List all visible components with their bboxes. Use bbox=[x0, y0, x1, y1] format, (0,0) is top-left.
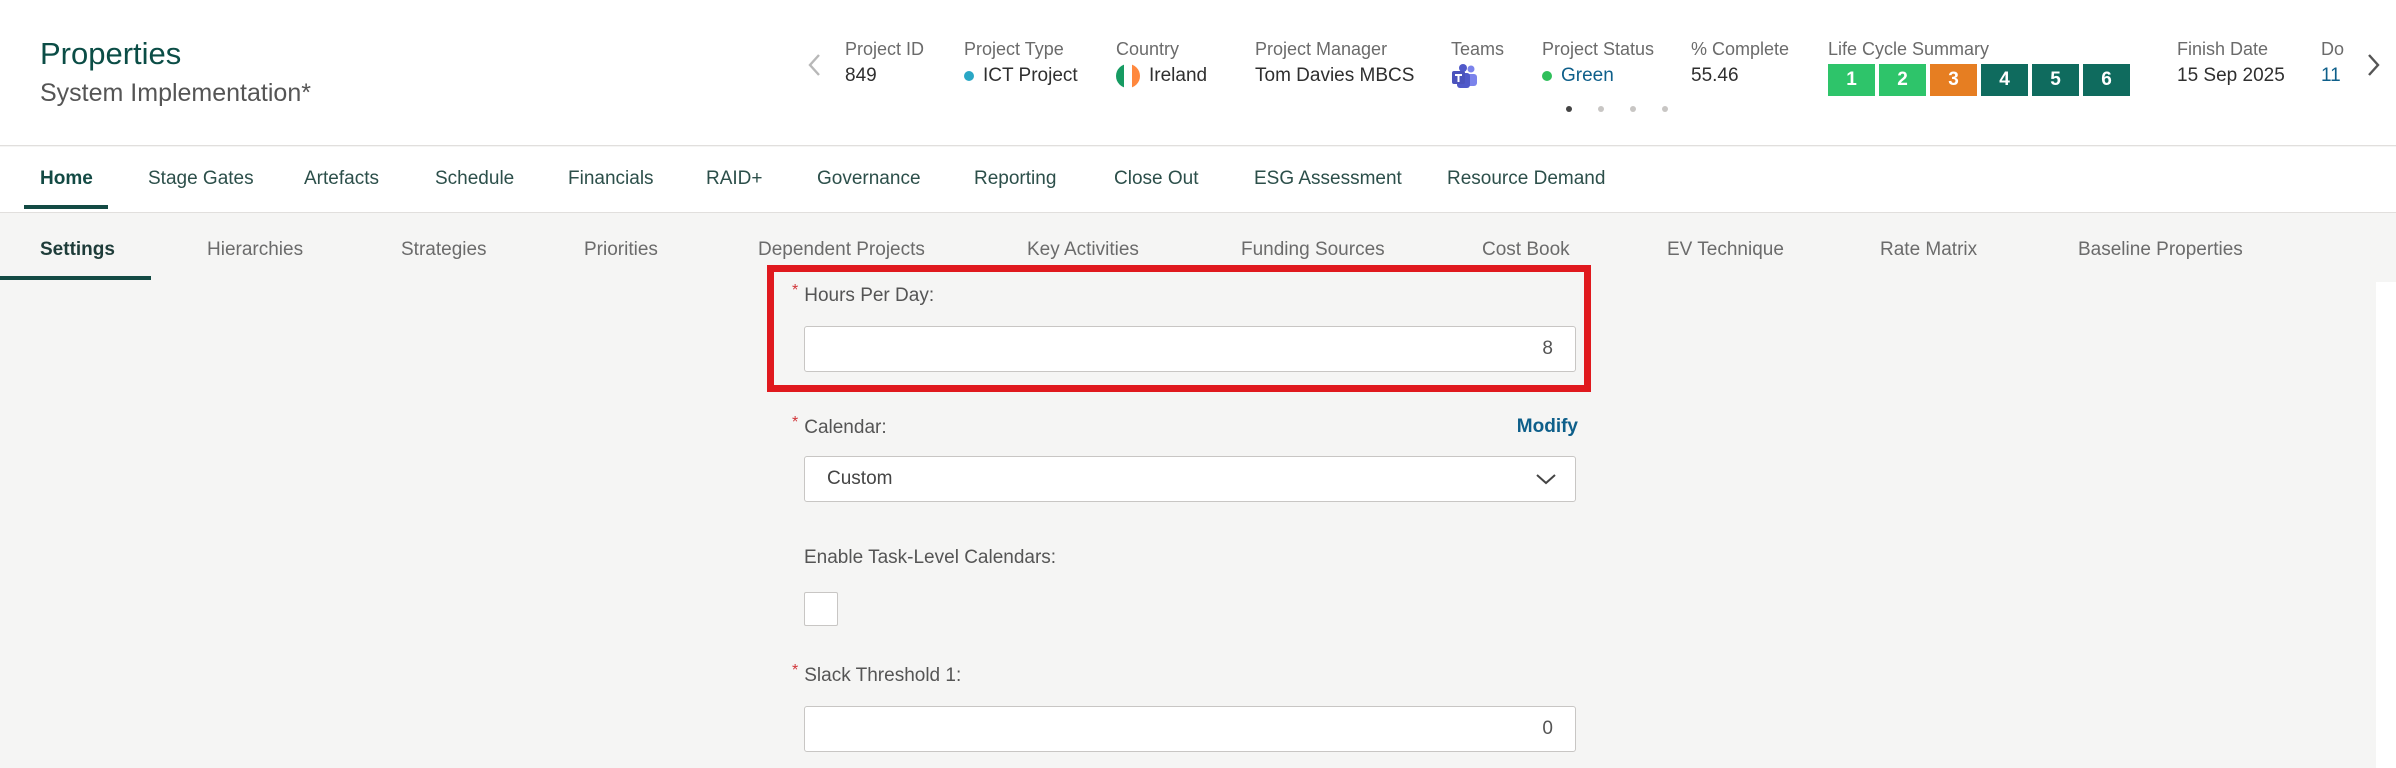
project-type-value: ICT Project bbox=[983, 65, 1078, 86]
subtab-hierarchies[interactable]: Hierarchies bbox=[207, 238, 303, 262]
status-dot-icon bbox=[1542, 71, 1552, 81]
subtab-baseline-properties[interactable]: Baseline Properties bbox=[2078, 238, 2243, 262]
project-status-value: Green bbox=[1561, 65, 1614, 86]
chevron-right-icon bbox=[2368, 54, 2380, 76]
kpi-previous-button[interactable] bbox=[800, 50, 830, 80]
kpi-pager bbox=[1566, 106, 1668, 112]
task-level-calendars-checkbox[interactable] bbox=[804, 592, 838, 626]
pager-dot[interactable] bbox=[1598, 106, 1604, 112]
kpi-label: Project ID bbox=[845, 39, 925, 59]
chevron-down-icon bbox=[1536, 474, 1556, 485]
tab-close-out[interactable]: Close Out bbox=[1114, 167, 1198, 191]
project-id-value: 849 bbox=[845, 65, 877, 86]
calendar-value: Custom bbox=[827, 468, 893, 489]
kpi-percent-complete: % Complete 55.46 bbox=[1691, 38, 1789, 88]
tab-artefacts[interactable]: Artefacts bbox=[304, 167, 379, 191]
highlight-annotation bbox=[767, 265, 1591, 392]
subtab-ev-technique[interactable]: EV Technique bbox=[1667, 238, 1784, 262]
kpi-country: Country Ireland bbox=[1116, 38, 1207, 88]
main-tab-bar: Home Stage Gates Artefacts Schedule Fina… bbox=[0, 147, 2396, 213]
slack-threshold-1-value: 0 bbox=[1542, 718, 1553, 739]
kpi-label: Project Type bbox=[964, 39, 1064, 59]
tab-governance[interactable]: Governance bbox=[817, 167, 921, 191]
pager-dot[interactable] bbox=[1662, 106, 1668, 112]
life-cycle-stage[interactable]: 2 bbox=[1879, 64, 1926, 96]
ireland-flag-icon bbox=[1116, 64, 1140, 88]
slack-threshold-1-label: Slack Threshold 1: bbox=[804, 665, 962, 686]
subtab-strategies[interactable]: Strategies bbox=[401, 238, 487, 262]
type-dot-icon bbox=[964, 71, 974, 81]
subtab-priorities[interactable]: Priorities bbox=[584, 238, 658, 262]
pager-dot[interactable] bbox=[1630, 106, 1636, 112]
kpi-label: Life Cycle Summary bbox=[1828, 39, 1990, 59]
life-cycle-stages: 1 2 3 4 5 6 bbox=[1828, 64, 2130, 96]
kpi-project-id: Project ID 849 bbox=[845, 38, 924, 88]
calendar-select[interactable]: Custom bbox=[804, 456, 1576, 502]
tab-stage-gates[interactable]: Stage Gates bbox=[148, 167, 254, 191]
scrollbar-track[interactable] bbox=[2376, 282, 2396, 768]
kpi-finish-date: Finish Date 15 Sep 2025 bbox=[2177, 38, 2285, 88]
kpi-label: Project Manager bbox=[1255, 39, 1388, 59]
project-name: System Implementation* bbox=[40, 79, 311, 107]
kpi-project-type: Project Type ICT Project bbox=[964, 38, 1078, 88]
calendar-label: Calendar: bbox=[804, 417, 887, 438]
page-header: Properties System Implementation* Projec… bbox=[0, 0, 2396, 146]
kpi-teams: Teams bbox=[1451, 38, 1504, 90]
finish-date-value: 15 Sep 2025 bbox=[2177, 65, 2285, 86]
kpi-project-status: Project Status Green bbox=[1542, 38, 1654, 88]
slack-threshold-1-input[interactable]: 0 bbox=[804, 706, 1576, 752]
pager-dot[interactable] bbox=[1566, 106, 1572, 112]
kpi-life-cycle-summary: Life Cycle Summary 1 2 3 4 5 6 bbox=[1828, 38, 2130, 96]
chevron-left-icon bbox=[808, 54, 820, 76]
tab-raid[interactable]: RAID+ bbox=[706, 167, 763, 191]
tab-schedule[interactable]: Schedule bbox=[435, 167, 514, 191]
life-cycle-stage[interactable]: 3 bbox=[1930, 64, 1977, 96]
subtab-rate-matrix[interactable]: Rate Matrix bbox=[1880, 238, 1977, 262]
kpi-label: % Complete bbox=[1691, 39, 1790, 59]
tab-esg-assessment[interactable]: ESG Assessment bbox=[1254, 167, 1402, 191]
subtab-settings[interactable]: Settings bbox=[40, 238, 115, 262]
subtab-key-activities[interactable]: Key Activities bbox=[1027, 238, 1139, 262]
active-tab-indicator bbox=[24, 205, 108, 209]
country-value: Ireland bbox=[1149, 65, 1208, 86]
subtab-funding-sources[interactable]: Funding Sources bbox=[1241, 238, 1385, 262]
kpi-label: Project Status bbox=[1542, 39, 1655, 59]
life-cycle-stage[interactable]: 4 bbox=[1981, 64, 2028, 96]
subtab-cost-book[interactable]: Cost Book bbox=[1482, 238, 1570, 262]
do-value[interactable]: 11 bbox=[2321, 64, 2341, 88]
slack-threshold-1-field: * Slack Threshold 1: 0 bbox=[788, 662, 1578, 756]
percent-complete-value: 55.46 bbox=[1691, 65, 1739, 86]
kpi-label: Do bbox=[2321, 39, 2345, 59]
task-level-calendars-label: Enable Task-Level Calendars: bbox=[804, 547, 1057, 568]
life-cycle-stage[interactable]: 5 bbox=[2032, 64, 2079, 96]
project-manager-value: Tom Davies MBCS bbox=[1255, 65, 1415, 86]
kpi-next-button[interactable] bbox=[2358, 50, 2388, 80]
tab-reporting[interactable]: Reporting bbox=[974, 167, 1056, 191]
task-level-calendars-field: Enable Task-Level Calendars: bbox=[788, 546, 1578, 630]
kpi-do: Do 11 bbox=[2321, 38, 2344, 88]
modify-calendar-link[interactable]: Modify bbox=[1517, 416, 1578, 438]
life-cycle-stage[interactable]: 1 bbox=[1828, 64, 1875, 96]
life-cycle-stage[interactable]: 6 bbox=[2083, 64, 2130, 96]
kpi-label: Finish Date bbox=[2177, 39, 2269, 59]
tab-resource-demand[interactable]: Resource Demand bbox=[1447, 167, 1605, 191]
subtab-dependent-projects[interactable]: Dependent Projects bbox=[758, 238, 925, 262]
kpi-label: Teams bbox=[1451, 39, 1505, 59]
microsoft-teams-icon[interactable] bbox=[1451, 64, 1479, 90]
active-subtab-indicator bbox=[0, 276, 151, 280]
kpi-label: Country bbox=[1116, 39, 1180, 59]
tab-financials[interactable]: Financials bbox=[568, 167, 654, 191]
required-marker: * bbox=[792, 662, 799, 679]
tab-home[interactable]: Home bbox=[40, 167, 93, 191]
title-block: Properties System Implementation* bbox=[40, 34, 311, 110]
required-marker: * bbox=[792, 414, 799, 431]
calendar-field: * Calendar: Modify Custom bbox=[788, 414, 1578, 508]
page-title: Properties bbox=[40, 36, 182, 71]
kpi-project-manager: Project Manager Tom Davies MBCS bbox=[1255, 38, 1414, 88]
